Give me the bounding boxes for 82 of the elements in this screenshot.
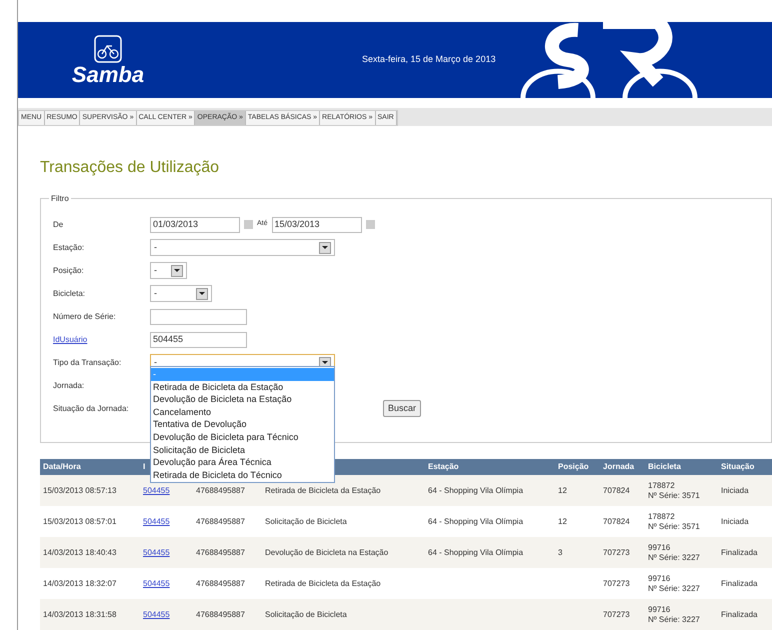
column-header: Situação <box>720 461 756 473</box>
dropdown-option[interactable]: Devolução de Bicicleta para Técnico <box>151 430 334 444</box>
bicycle-logo-icon <box>93 34 123 64</box>
field-label: Bicicleta: <box>53 288 86 300</box>
table-cell: Devolução de Bicicleta na Estação <box>265 548 388 556</box>
field-label: Número de Série: <box>53 310 117 322</box>
table-cell: Retirada de Bicicleta da Estação <box>265 578 381 588</box>
select-field[interactable]: - <box>150 239 335 256</box>
table-cell: 64 - Shopping Vila Olímpia <box>428 516 524 526</box>
logo-text: Samba <box>72 64 144 86</box>
table-cell: 64 - Shopping Vila Olímpia <box>428 486 524 494</box>
column-header: Data/Hora <box>43 462 81 471</box>
table-cell: 14/03/2013 18:32:07 <box>43 578 116 588</box>
table-cell: 707273 <box>603 578 630 588</box>
dropdown-option[interactable]: Retirada de Bicicleta da Estação <box>151 380 334 394</box>
table-cell: Finalizada <box>721 548 758 556</box>
table-cell-text: Nº Série: 3227 <box>648 614 701 624</box>
table-cell: 707273 <box>603 610 630 618</box>
dropdown-option[interactable]: Retirada de Bicicleta do Técnico <box>151 468 334 482</box>
field-label: Tipo da Transação: <box>53 356 122 368</box>
table-cell-text: Nº Série: 3571 <box>648 490 701 500</box>
table-cell: 47688495887 <box>196 610 245 618</box>
table-cell: 15/03/2013 08:57:01 <box>43 516 116 526</box>
table-cell-text: 178872 <box>648 512 676 522</box>
table-cell: 47688495887 <box>196 548 245 556</box>
table-cell: Retirada de Bicicleta da Estação <box>265 486 381 494</box>
page-title: Transações de Utilização <box>40 158 220 178</box>
dropdown-option[interactable]: Devolução de Bicicleta na Estação <box>151 393 334 406</box>
table-cell: Iniciada <box>721 486 749 494</box>
dropdown-option[interactable]: Solicitação de Bicicleta <box>151 444 334 456</box>
table-cell: 12 <box>558 516 567 526</box>
table-cell: 707273 <box>603 548 630 556</box>
table-cell: 707824 <box>603 486 630 494</box>
field-label: Situação da Jornada: <box>53 402 130 414</box>
table-cell-text: 99716 <box>648 542 672 552</box>
table-cell: Finalizada <box>721 610 758 618</box>
field-label: Jornada: <box>53 380 86 392</box>
date-field[interactable]: 01/03/2013 <box>150 216 240 232</box>
dropdown-option[interactable]: Cancelamento <box>151 406 334 418</box>
column-header: Posição <box>557 461 590 473</box>
field-label: De <box>53 218 64 230</box>
table-cell: Iniciada <box>721 516 749 526</box>
user-id-link[interactable]: 504455 <box>143 610 170 618</box>
search-button[interactable]: Buscar <box>383 400 422 418</box>
serial-number-field[interactable] <box>150 308 247 324</box>
user-id-link[interactable]: IdUsuário <box>53 334 150 346</box>
table-cell: Solicitação de Bicicleta <box>265 610 347 618</box>
table-cell: 47688495887 <box>196 578 245 588</box>
table-cell: 3 <box>558 548 562 556</box>
select-field[interactable]: - <box>150 262 187 279</box>
table-cell-text: Nº Série: 3227 <box>648 584 701 594</box>
table-cell: Solicitação de Bicicleta <box>265 516 347 526</box>
user-id-link[interactable]: 504455 <box>143 548 170 556</box>
table-cell: 15/03/2013 08:57:13 <box>43 486 116 494</box>
table-cell-text: 99716 <box>648 574 672 584</box>
date-field[interactable]: 15/03/2013 <box>272 216 362 232</box>
table-cell-text: 99716 <box>648 604 672 614</box>
table-cell-text: Nº Série: 3227 <box>648 552 701 562</box>
dropdown-option[interactable]: Tentativa de Devolução <box>151 418 334 431</box>
field-label: Posição: <box>53 264 85 276</box>
table-cell: 707824 <box>603 516 630 526</box>
table-cell: 64 - Shopping Vila Olímpia <box>428 548 524 556</box>
table-cell: 47688495887 <box>196 486 245 494</box>
user-id-field[interactable]: 504455 <box>150 332 247 348</box>
table-cell: 14/03/2013 18:40:43 <box>43 548 116 556</box>
select-field[interactable]: - <box>150 285 212 302</box>
column-header: Estação <box>427 461 460 473</box>
date-text: Sexta-feira, 15 de Março de 2013 <box>362 53 496 66</box>
column-header: Jornada <box>602 461 636 473</box>
table-cell: 47688495887 <box>196 516 245 526</box>
table-cell: 12 <box>558 486 567 494</box>
user-id-link[interactable]: 504455 <box>143 486 170 494</box>
column-header: I <box>143 462 146 471</box>
user-id-link[interactable]: 504455 <box>143 516 170 526</box>
table-cell: Finalizada <box>721 578 758 588</box>
table-cell-text: 178872 <box>648 480 676 490</box>
table-cell: 14/03/2013 18:31:58 <box>43 610 116 618</box>
dropdown-option[interactable]: Devolução para Área Técnica <box>151 456 334 469</box>
user-id-link[interactable]: 504455 <box>143 578 170 588</box>
table-cell-text: Nº Série: 3571 <box>648 522 701 532</box>
column-header: Bicicleta <box>647 461 682 473</box>
field-label: Estação: <box>53 242 86 254</box>
